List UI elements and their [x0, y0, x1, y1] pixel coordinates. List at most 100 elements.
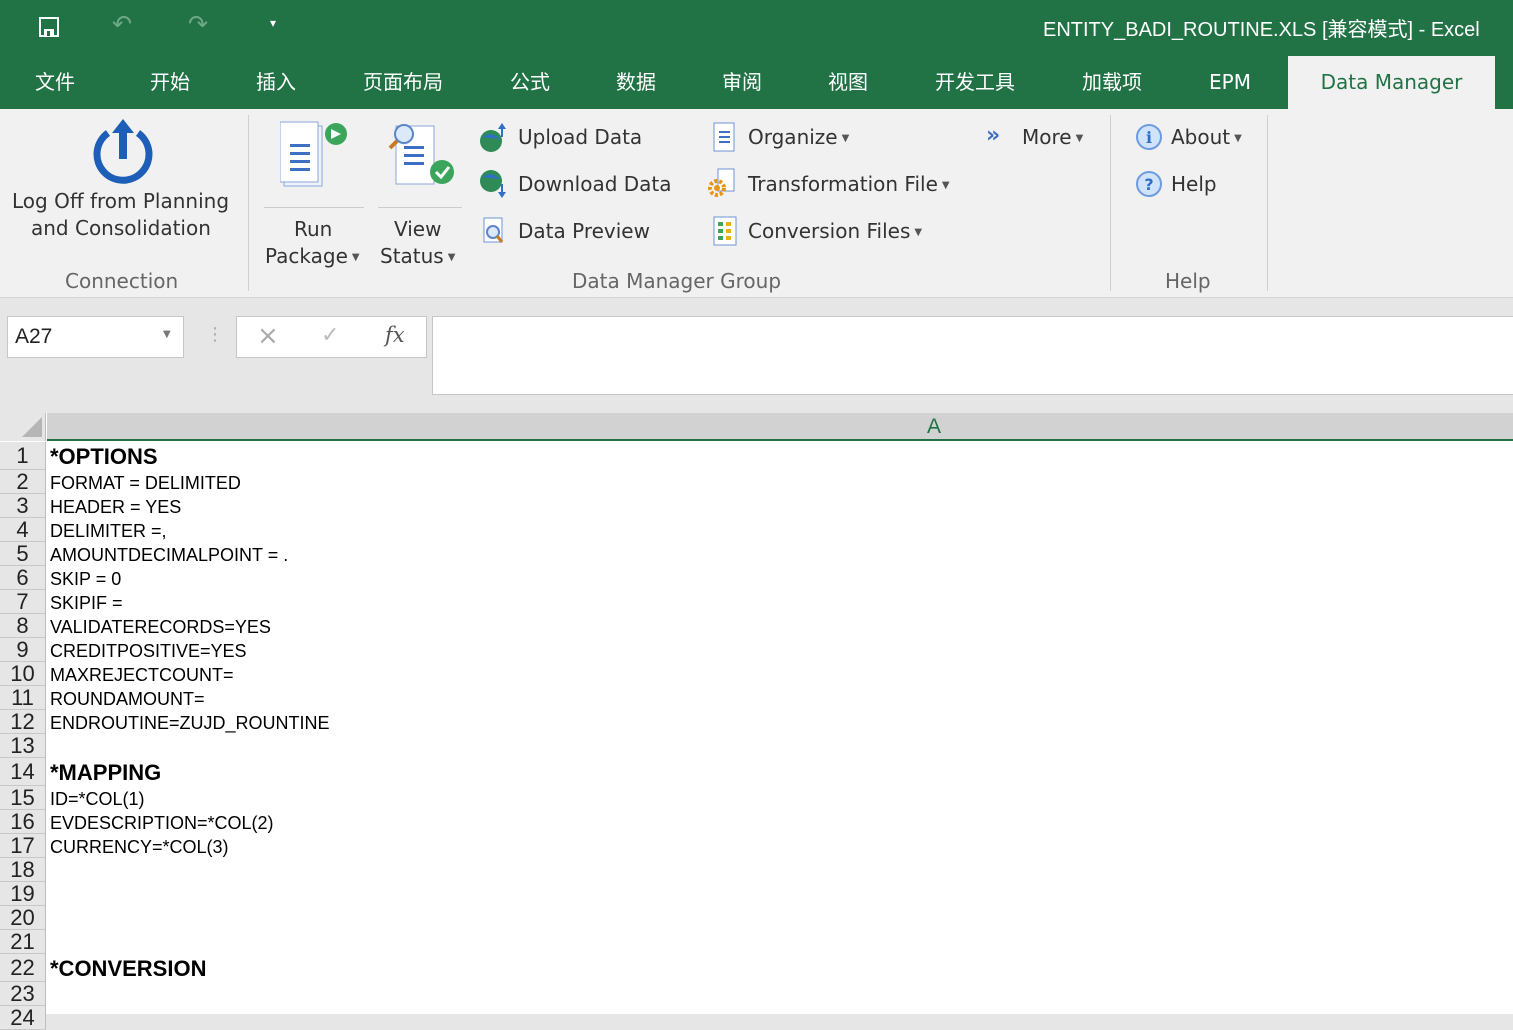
title-bar: ↶ ↷ ▾ ENTITY_BADI_ROUTINE.XLS [兼容模式] - E…	[0, 0, 1513, 56]
view-status-button[interactable]: View Status ▼	[378, 117, 462, 268]
formula-input[interactable]	[432, 316, 1513, 395]
cell-a10[interactable]: MAXREJECTCOUNT=	[50, 662, 234, 686]
customize-quick-access-icon[interactable]: ▾	[270, 16, 276, 30]
about-button[interactable]: i About ▼	[1134, 121, 1254, 155]
cell-a2[interactable]: FORMAT = DELIMITED	[50, 470, 241, 494]
log-off-button[interactable]: Log Off from Planning and Consolidation	[0, 109, 248, 259]
cell-a3[interactable]: HEADER = YES	[50, 494, 181, 518]
chevron-down-icon: ▼	[351, 252, 360, 263]
tab-6[interactable]: 审阅	[702, 56, 782, 109]
column-header-a[interactable]: A	[47, 413, 1513, 441]
tab-2[interactable]: 插入	[236, 56, 316, 109]
cell-a11[interactable]: ROUNDAMOUNT=	[50, 686, 205, 710]
row-header[interactable]: 11	[0, 686, 46, 710]
enter-icon[interactable]: ✓	[321, 323, 339, 348]
cell-a7[interactable]: SKIPIF =	[50, 590, 123, 614]
tab-11[interactable]: Data Manager	[1288, 56, 1495, 109]
cell-a22[interactable]: *CONVERSION	[50, 954, 206, 982]
row-header[interactable]: 17	[0, 834, 46, 858]
row-header[interactable]: 1	[0, 442, 46, 470]
cell-a17[interactable]: CURRENCY=*COL(3)	[50, 834, 229, 858]
tab-9[interactable]: 加载项	[1060, 56, 1164, 109]
redo-icon[interactable]: ↷	[188, 10, 208, 38]
row-header[interactable]: 7	[0, 590, 46, 614]
data-preview-label: Data Preview	[518, 219, 650, 243]
row-header[interactable]: 13	[0, 734, 46, 758]
row-header[interactable]: 16	[0, 810, 46, 834]
row-header[interactable]: 24	[0, 1006, 46, 1030]
download-data-button[interactable]: Download Data	[478, 168, 688, 202]
transformation-file-label: Transformation File	[748, 172, 938, 196]
double-chevron-right-icon: »	[986, 123, 1001, 148]
tab-8[interactable]: 开发工具	[912, 56, 1038, 109]
ribbon-tabs: 文件 开始 插入 页面布局 公式 数据 审阅 视图 开发工具 加载项 EPM Data Manager	[0, 56, 1513, 109]
row-header[interactable]: 10	[0, 662, 46, 686]
spreadsheet-grid[interactable]: A 1 *OPTIONS 2 FORMAT = DELIMITED 3 HEADER = …	[0, 413, 1513, 1030]
row-header[interactable]: 14	[0, 758, 46, 786]
organize-button[interactable]: Organize ▼	[710, 121, 860, 155]
row-header[interactable]: 5	[0, 542, 46, 566]
cell-a14[interactable]: *MAPPING	[50, 758, 161, 786]
row-header[interactable]: 22	[0, 954, 46, 982]
row-header[interactable]: 18	[0, 858, 46, 882]
group-label-data-manager: Data Manager Group	[572, 269, 782, 293]
cell-a4[interactable]: DELIMITER =,	[50, 518, 167, 542]
cell-a6[interactable]: SKIP = 0	[50, 566, 121, 590]
row-header[interactable]: 12	[0, 710, 46, 734]
run-package-button[interactable]: Run Package ▼	[262, 117, 366, 268]
run-label: Run	[294, 217, 333, 241]
more-label: More	[1022, 125, 1072, 149]
formula-bar-area: A27 ▼ ⋮ × ✓ fx	[0, 298, 1513, 413]
cell-a12[interactable]: ENDROUTINE=ZUJD_ROUNTINE	[50, 710, 330, 734]
tab-3[interactable]: 页面布局	[340, 56, 466, 109]
resize-handle-icon[interactable]: ⋮	[206, 324, 224, 345]
more-button[interactable]: » More ▼	[986, 121, 1096, 155]
tab-5[interactable]: 数据	[596, 56, 676, 109]
save-icon[interactable]	[38, 16, 60, 38]
insert-function-icon[interactable]: fx	[385, 323, 405, 347]
tab-4[interactable]: 公式	[490, 56, 570, 109]
row-header[interactable]: 23	[0, 982, 46, 1006]
row-header[interactable]: 3	[0, 494, 46, 518]
cell-a8[interactable]: VALIDATERECORDS=YES	[50, 614, 271, 638]
row-header[interactable]: 21	[0, 930, 46, 954]
tab-1[interactable]: 开始	[130, 56, 210, 109]
undo-icon[interactable]: ↶	[112, 10, 132, 38]
cell-a16[interactable]: EVDESCRIPTION=*COL(2)	[50, 810, 274, 834]
conversion-files-label: Conversion Files	[748, 219, 911, 243]
row-header[interactable]: 8	[0, 614, 46, 638]
data-preview-icon	[483, 217, 504, 243]
upload-data-label: Upload Data	[518, 125, 643, 149]
row-header[interactable]: 6	[0, 566, 46, 590]
help-question-icon: ?	[1136, 171, 1162, 197]
row-header[interactable]: 2	[0, 470, 46, 494]
cancel-icon[interactable]: ×	[257, 321, 279, 351]
upload-data-button[interactable]: Upload Data	[478, 121, 678, 155]
row-header[interactable]: 9	[0, 638, 46, 662]
cell-a15[interactable]: ID=*COL(1)	[50, 786, 145, 810]
transformation-file-button[interactable]: Transformation File ▼	[706, 168, 966, 202]
cell-a5[interactable]: AMOUNTDECIMALPOINT = .	[50, 542, 288, 566]
tab-10[interactable]: EPM	[1192, 56, 1268, 109]
row-header[interactable]: 15	[0, 786, 46, 810]
name-box[interactable]: A27 ▼	[7, 316, 184, 358]
cell-a9[interactable]: CREDITPOSITIVE=YES	[50, 638, 247, 662]
chevron-down-icon: ▼	[447, 252, 456, 263]
tab-0[interactable]: 文件	[20, 56, 90, 109]
tab-7[interactable]: 视图	[808, 56, 888, 109]
chevron-down-icon: ▼	[1075, 133, 1084, 144]
help-button[interactable]: ? Help	[1134, 168, 1234, 202]
info-icon: i	[1136, 124, 1162, 150]
cell-a1[interactable]: *OPTIONS	[50, 442, 158, 470]
view-label: View	[394, 217, 442, 241]
split-divider	[378, 207, 462, 208]
data-preview-button[interactable]: Data Preview	[478, 215, 678, 249]
run-package-icon	[280, 121, 347, 187]
organize-icon	[713, 122, 735, 152]
select-all-button[interactable]	[0, 413, 46, 441]
row-header[interactable]: 20	[0, 906, 46, 930]
conversion-files-button[interactable]: Conversion Files ▼	[710, 215, 940, 249]
chevron-down-icon[interactable]: ▼	[163, 329, 171, 340]
row-header[interactable]: 19	[0, 882, 46, 906]
row-header[interactable]: 4	[0, 518, 46, 542]
